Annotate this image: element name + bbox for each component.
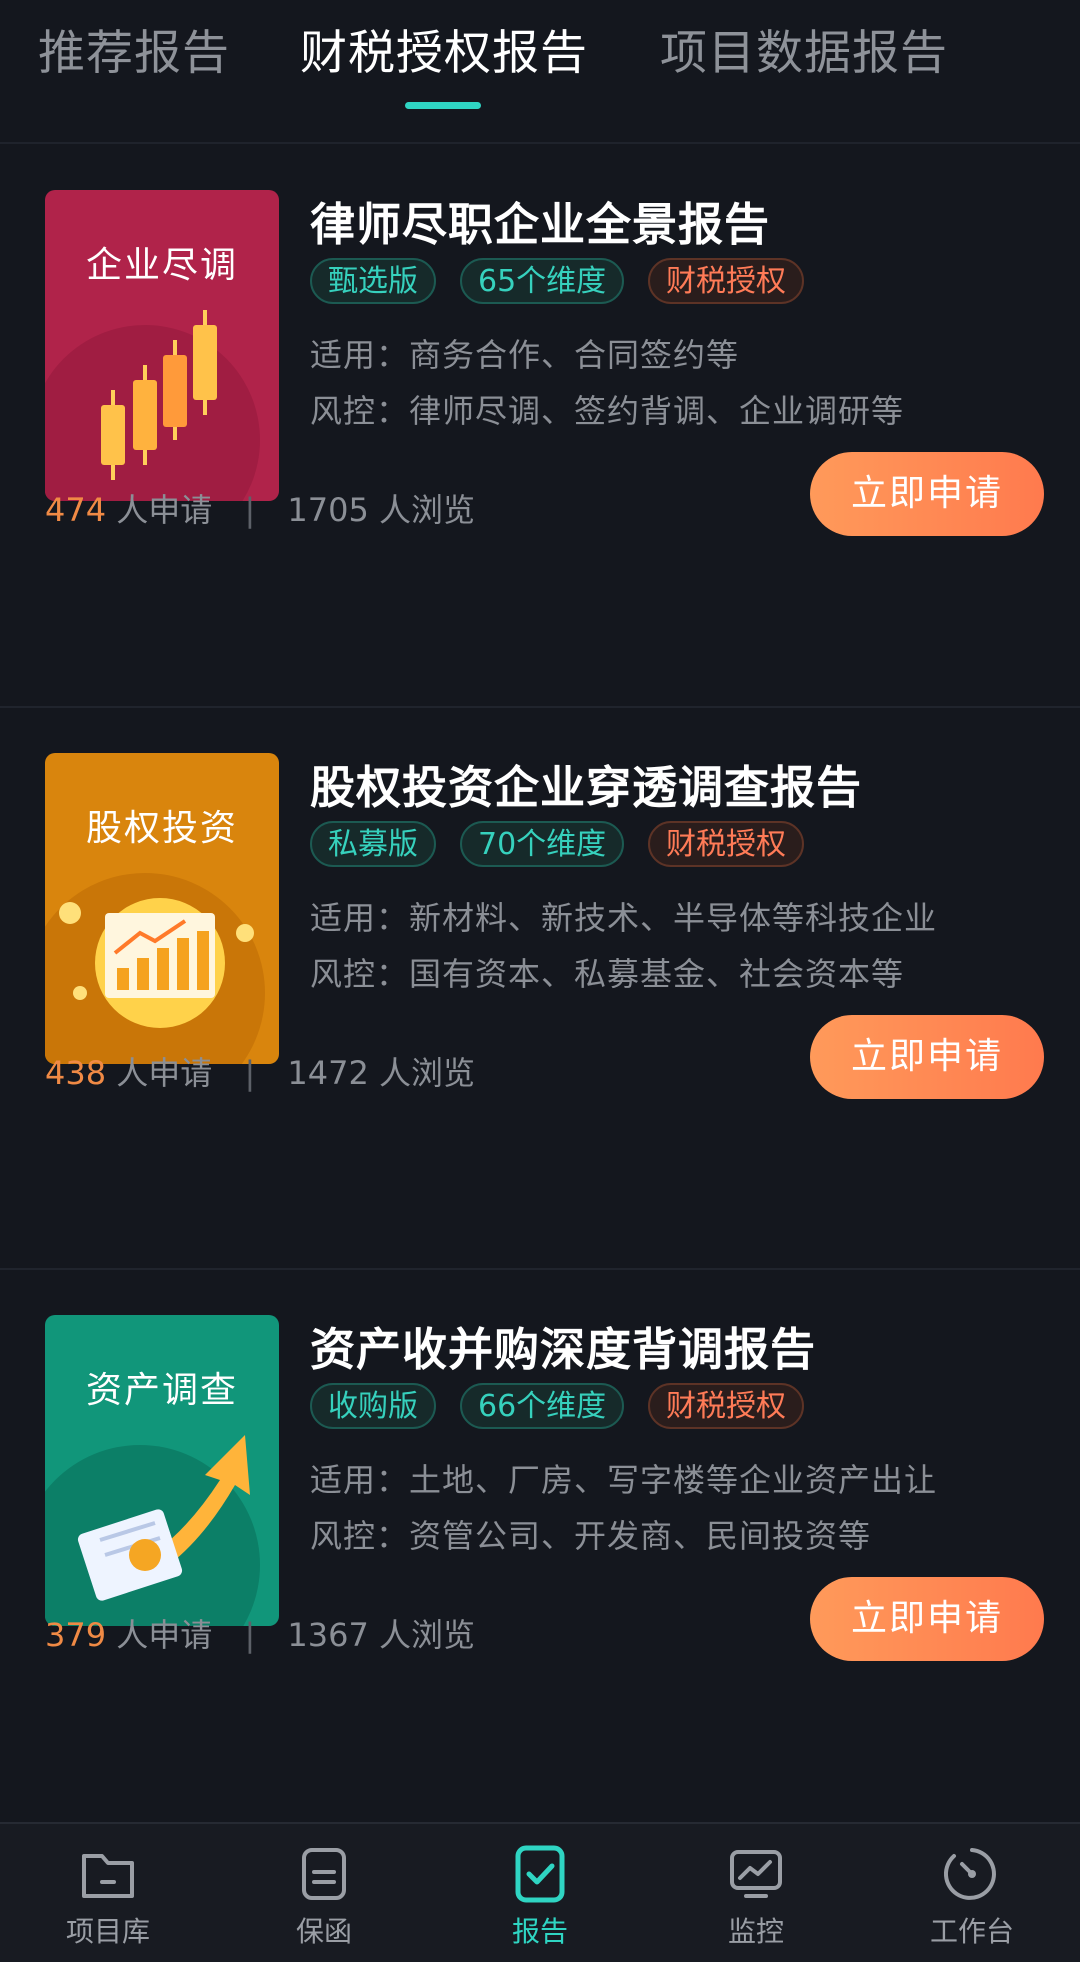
nav-item-guarantee[interactable]: 保函	[244, 1842, 404, 1950]
edition-tag: 收购版	[310, 1383, 436, 1429]
view-suffix: 人浏览	[379, 1616, 476, 1654]
apply-now-button[interactable]: 立即申请	[810, 1015, 1044, 1099]
card-stats: 438 人申请 | 1472 人浏览	[45, 1048, 475, 1094]
apply-now-button[interactable]: 立即申请	[810, 1577, 1044, 1661]
applicant-count: 438	[45, 1054, 107, 1092]
dimension-tag: 70个维度	[460, 821, 625, 867]
nav-label: 项目库	[65, 1915, 150, 1948]
applicant-suffix: 人申请	[116, 1616, 213, 1654]
document-icon	[302, 1848, 346, 1900]
usage-text: 适用：商务合作、合同签约等	[310, 336, 740, 374]
tab-tax-authorization-reports[interactable]: 财税授权报告	[300, 14, 588, 83]
usage-text: 适用：土地、厂房、写字楼等企业资产出让	[310, 1461, 938, 1499]
view-suffix: 人浏览	[379, 1054, 476, 1092]
report-thumbnail: 企业尽调	[45, 190, 279, 501]
view-suffix: 人浏览	[379, 491, 476, 529]
nav-label: 监控	[727, 1915, 784, 1948]
thumbnail-label: 资产调查	[85, 1370, 238, 1411]
view-count: 1472	[287, 1054, 369, 1092]
report-title: 资产收并购深度背调报告	[310, 1323, 817, 1376]
thumbnail-label: 企业尽调	[85, 245, 238, 286]
authorization-tag: 财税授权	[648, 258, 804, 304]
top-tab-bar: 推荐报告 财税授权报告 项目数据报告	[0, 0, 1080, 144]
report-thumbnail: 资产调查	[45, 1315, 279, 1626]
risk-text: 风控：律师尽调、签约背调、企业调研等	[310, 392, 905, 430]
edition-tag: 私募版	[310, 821, 436, 867]
risk-text: 风控：资管公司、开发商、民间投资等	[310, 1517, 872, 1555]
monitor-chart-icon	[730, 1850, 782, 1898]
stats-separator: |	[244, 1616, 256, 1654]
folder-icon	[82, 1854, 134, 1898]
report-card[interactable]: 企业尽调 律师尽职企业全景报告 甄选版 65个维度 财税授权 适用：商务合作、合…	[0, 140, 1080, 702]
card-stats: 379 人申请 | 1367 人浏览	[45, 1610, 475, 1656]
applicant-suffix: 人申请	[116, 1054, 213, 1092]
stats-separator: |	[244, 491, 256, 529]
nav-label: 报告	[511, 1915, 568, 1948]
applicant-suffix: 人申请	[116, 491, 213, 529]
nav-label: 保函	[295, 1915, 352, 1948]
usage-text: 适用：新材料、新技术、半导体等科技企业	[310, 899, 938, 937]
nav-item-monitoring[interactable]: 监控	[676, 1842, 836, 1950]
dimension-tag: 66个维度	[460, 1383, 625, 1429]
apply-now-button[interactable]: 立即申请	[810, 452, 1044, 536]
thumbnail-label: 股权投资	[85, 808, 238, 849]
nav-item-project-library[interactable]: 项目库	[28, 1842, 188, 1950]
card-stats: 474 人申请 | 1705 人浏览	[45, 485, 475, 531]
active-tab-indicator	[405, 102, 481, 109]
nav-item-reports[interactable]: 报告	[460, 1842, 620, 1950]
applicant-count: 379	[45, 1616, 107, 1654]
authorization-tag: 财税授权	[648, 821, 804, 867]
report-card[interactable]: 资产调查 资产收并购深度背调报告 收购版 66个维度 财税授权 适用：土地、厂房…	[0, 1265, 1080, 1827]
nav-label: 工作台	[929, 1915, 1014, 1948]
view-count: 1705	[287, 491, 369, 529]
dashboard-gauge-icon	[943, 1848, 996, 1900]
report-title: 股权投资企业穿透调查报告	[310, 761, 863, 814]
nav-item-workbench[interactable]: 工作台	[892, 1842, 1052, 1950]
edition-tag: 甄选版	[310, 258, 436, 304]
report-title: 律师尽职企业全景报告	[310, 198, 771, 251]
bottom-navigation-bar: 项目库 保函 报告 监控 工作台	[0, 1822, 1080, 1962]
tab-project-data-reports[interactable]: 项目数据报告	[660, 14, 948, 83]
report-thumbnail: 股权投资	[45, 753, 279, 1064]
tab-recommended-reports[interactable]: 推荐报告	[38, 14, 230, 83]
stats-separator: |	[244, 1054, 256, 1092]
applicant-count: 474	[45, 491, 107, 529]
risk-text: 风控：国有资本、私募基金、社会资本等	[310, 955, 905, 993]
authorization-tag: 财税授权	[648, 1383, 804, 1429]
view-count: 1367	[287, 1616, 369, 1654]
report-card[interactable]: 股权投资 股权投资企业穿透调查报告 私募版 70个维度 财税授权 适用：新材料、…	[0, 703, 1080, 1265]
dimension-tag: 65个维度	[460, 258, 625, 304]
report-check-icon	[515, 1845, 565, 1903]
